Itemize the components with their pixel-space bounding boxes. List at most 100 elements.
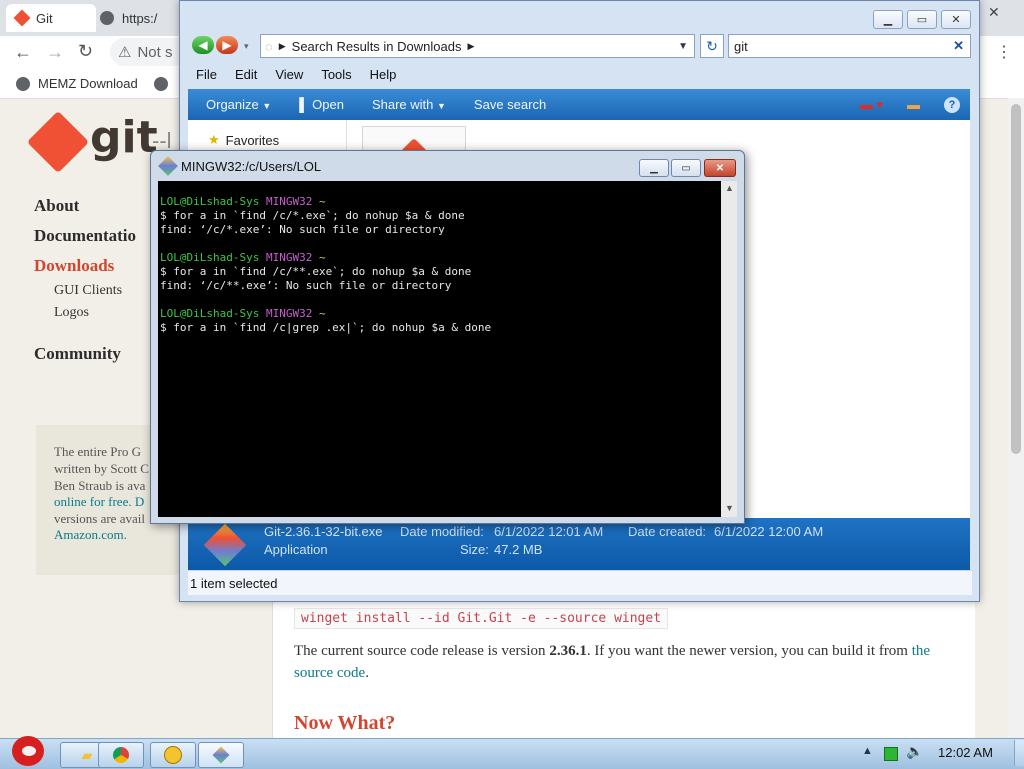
status-bar: 1 item selected: [188, 570, 972, 595]
promo-line[interactable]: online for free. D: [54, 494, 144, 510]
promo-line: versions are avail: [54, 511, 145, 526]
refresh-button[interactable]: ↻: [700, 34, 724, 58]
prompt-line: LOL@DiLshad-Sys MINGW32 ~: [160, 195, 326, 209]
nav-downloads[interactable]: Downloads: [34, 256, 114, 276]
terminal-scrollbar[interactable]: ▲ ▼: [721, 181, 737, 517]
omnibox[interactable]: ⚠ Not s: [110, 38, 188, 66]
globe-icon: [16, 76, 30, 91]
details-file-name: Git-2.36.1-32-bit.exe: [264, 524, 383, 539]
share-label: Share with: [371, 97, 434, 112]
bookmark-memz[interactable]: MEMZ Download: [16, 76, 138, 91]
size-value: 47.2 MB: [494, 542, 543, 557]
organize-button[interactable]: Organize ▼: [206, 97, 271, 112]
prompt-user: LOL@DiLshad-Sys: [160, 195, 260, 208]
back-button[interactable]: ◀: [192, 36, 214, 54]
open-icon: ▌: [299, 97, 309, 112]
forward-arrow-icon[interactable]: →: [46, 42, 64, 63]
help-icon[interactable]: ?: [944, 96, 960, 113]
taskbar-chrome[interactable]: [98, 742, 144, 768]
promo-line: written by Scott C: [54, 461, 149, 476]
date-modified-label: Date modified:: [400, 524, 484, 539]
show-hidden-icons[interactable]: ▲: [862, 745, 873, 757]
address-dropdown-icon[interactable]: ▼: [678, 41, 688, 52]
menu-file[interactable]: File: [196, 67, 217, 87]
release-mid: . If you want the newer version, you can…: [586, 643, 912, 659]
release-prefix: The current source code release is versi…: [294, 643, 550, 659]
release-end: .: [365, 665, 369, 681]
git-favicon-icon: [13, 9, 31, 27]
release-text: The current source code release is versi…: [294, 640, 954, 684]
smiley-icon: [164, 746, 182, 764]
taskbar-memz[interactable]: [150, 742, 196, 768]
promo-line: Ben Straub is ava: [54, 478, 146, 493]
date-created-label: Date created:: [628, 524, 707, 539]
globe-icon: [100, 11, 114, 25]
amazon-link[interactable]: Amazon.com.: [54, 527, 127, 543]
release-version: 2.36.1: [549, 643, 587, 659]
scroll-down-icon[interactable]: ▼: [725, 503, 734, 513]
clear-search-icon[interactable]: ✕: [953, 38, 964, 54]
status-text: 1 item selected: [190, 575, 278, 591]
close-icon[interactable]: ✕: [988, 4, 1000, 21]
bookmark-globe[interactable]: [154, 77, 168, 94]
mingw-icon: [158, 156, 178, 176]
terminal-title: MINGW32:/c/Users/LOL: [181, 158, 322, 174]
globe-icon: [154, 77, 168, 91]
save-search-button[interactable]: Save search: [474, 97, 546, 112]
maximize-button[interactable]: ▭: [907, 10, 937, 29]
close-button[interactable]: ✕: [941, 10, 971, 29]
favorites-label: Favorites: [225, 132, 280, 148]
menu-tools[interactable]: Tools: [321, 67, 351, 87]
prompt-user: LOL@DiLshad-Sys: [160, 251, 260, 264]
menu-help[interactable]: Help: [370, 67, 397, 87]
source-link-part1[interactable]: the: [912, 643, 930, 659]
search-value: git: [734, 38, 748, 54]
nav-gui-clients[interactable]: GUI Clients: [54, 283, 122, 299]
bookmark-label: MEMZ Download: [38, 76, 138, 91]
nav-about[interactable]: About: [34, 196, 79, 216]
battery-icon[interactable]: [884, 747, 898, 761]
promo-line: The entire Pro G: [54, 444, 142, 459]
share-with-button[interactable]: Share with ▼: [372, 97, 446, 112]
details-file-type: Application: [264, 542, 328, 557]
menu-view[interactable]: View: [275, 67, 303, 87]
prompt-line: LOL@DiLshad-Sys MINGW32 ~: [160, 251, 326, 265]
forward-button[interactable]: ▶: [216, 36, 238, 54]
view-options-icon[interactable]: ▬ ▾: [860, 97, 883, 113]
start-button[interactable]: [4, 732, 50, 768]
recent-pages-icon[interactable]: ▾: [244, 41, 249, 52]
volume-icon[interactable]: 🔈: [906, 743, 923, 760]
terminal-minimize-button[interactable]: ▁: [639, 159, 669, 177]
menu-dots-icon[interactable]: ⋮: [996, 42, 1012, 62]
chevron-down-icon: ▼: [437, 101, 446, 111]
page-scroll-thumb[interactable]: [1011, 104, 1021, 454]
terminal-close-button[interactable]: ✕: [704, 159, 736, 177]
scroll-up-icon[interactable]: ▲: [725, 183, 734, 193]
terminal-maximize-button[interactable]: ▭: [671, 159, 701, 177]
nav-community[interactable]: Community: [34, 344, 121, 364]
back-arrow-icon[interactable]: ←: [14, 42, 32, 63]
address-bar[interactable]: ◌ ▶ Search Results in Downloads ▶ ▼: [260, 34, 695, 58]
open-button[interactable]: ▌ Open: [299, 97, 344, 112]
preview-pane-icon[interactable]: ▬: [907, 97, 920, 112]
output-line: find: ‘/c/**.exe’: No such file or direc…: [160, 279, 452, 292]
nav-documentation[interactable]: Documentatio: [34, 226, 136, 246]
source-code-link[interactable]: source code: [294, 665, 365, 681]
terminal-screen[interactable]: LOL@DiLshad-Sys MINGW32 ~ $ for a in `fi…: [158, 181, 721, 517]
warning-icon: ⚠: [118, 44, 132, 61]
tab-label: Git: [36, 10, 53, 26]
breadcrumb-arrow-icon: ▶: [278, 40, 286, 51]
size-label: Size:: [460, 542, 489, 557]
taskbar-mingw[interactable]: [198, 742, 244, 768]
menu-bar: File Edit View Tools Help: [188, 67, 978, 87]
nav-favorites[interactable]: ★ Favorites: [208, 132, 279, 148]
taskbar-clock[interactable]: 12:02 AM: [938, 745, 993, 760]
minimize-button[interactable]: ▁: [873, 10, 903, 29]
tab-https[interactable]: https:/: [90, 4, 167, 32]
search-field[interactable]: git ✕: [728, 34, 971, 58]
tab-git[interactable]: Git: [6, 4, 96, 32]
nav-logos[interactable]: Logos: [54, 305, 89, 321]
show-desktop-button[interactable]: [1014, 740, 1024, 766]
reload-icon[interactable]: ↻: [78, 41, 93, 62]
menu-edit[interactable]: Edit: [235, 67, 257, 87]
